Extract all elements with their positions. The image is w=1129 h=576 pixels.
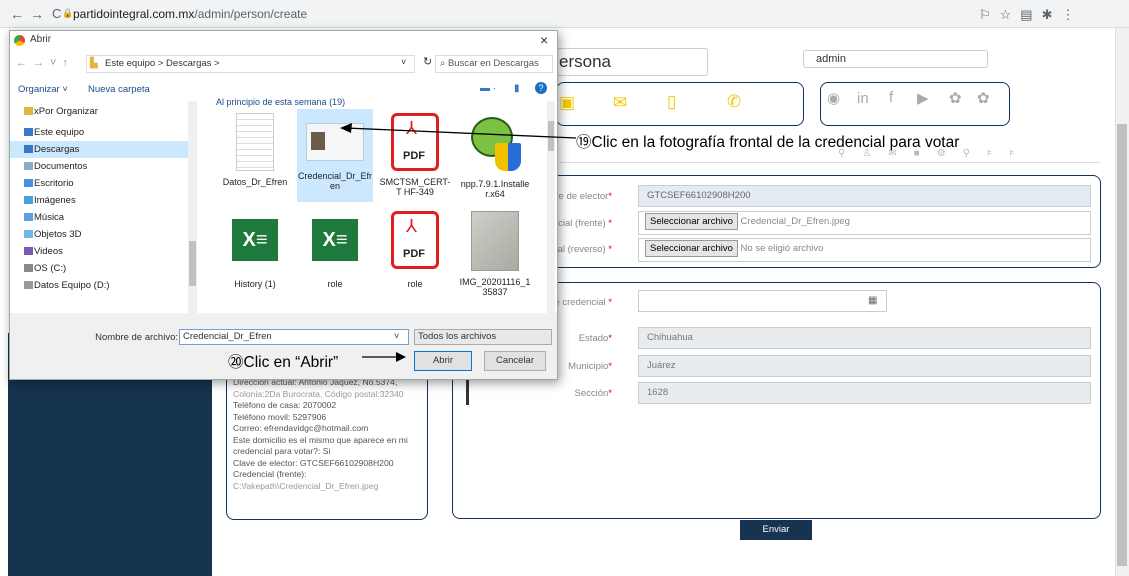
annotation-arrows [340,123,577,362]
step20-annotation: ⑳Clic en “Abrir” [228,354,339,371]
step19-annotation: ⑲Clic en la fotografía frontal de la cre… [576,134,960,151]
